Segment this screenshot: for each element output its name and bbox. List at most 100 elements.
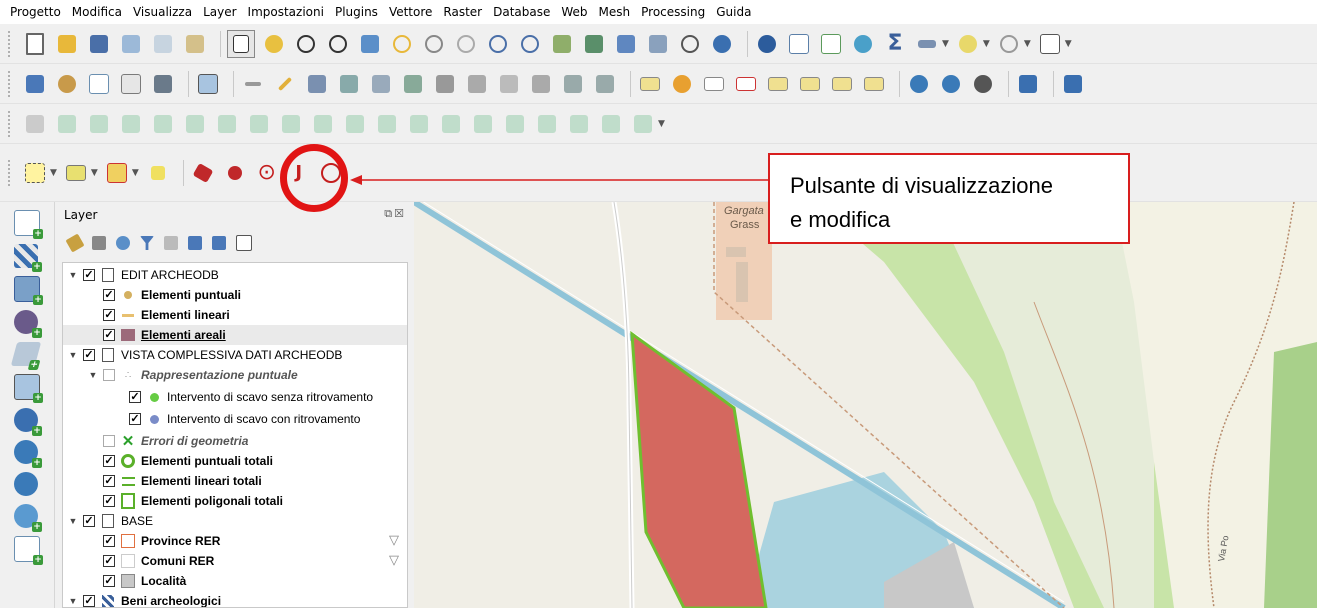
processing-toolbox-icon[interactable] <box>850 31 876 57</box>
layer-checkbox[interactable]: ✓ <box>103 329 115 341</box>
archeodb-plugin-icon[interactable] <box>190 160 216 186</box>
remove-layer-icon[interactable] <box>236 235 252 251</box>
panel-float-close-buttons[interactable]: ⧉☒ <box>384 207 406 221</box>
split-features-icon[interactable] <box>502 111 528 137</box>
collapse-arrow-icon[interactable]: ▼ <box>67 596 79 606</box>
add-feature-icon[interactable] <box>336 71 362 97</box>
layer-errori-geometria[interactable]: ✕ Errori di geometria <box>99 431 248 451</box>
vertex-tool-icon[interactable] <box>368 71 394 97</box>
current-edits-icon[interactable] <box>240 71 266 97</box>
filter-expression-icon[interactable] <box>164 236 178 250</box>
layer-checkbox[interactable]: ✓ <box>103 535 115 547</box>
menu-progetto[interactable]: Progetto <box>10 5 61 19</box>
layer-group-beni-archeologici[interactable]: ▼ ✓ Beni archeologici <box>67 591 221 607</box>
offset-curve-icon[interactable] <box>470 111 496 137</box>
add-ring-icon[interactable] <box>278 111 304 137</box>
zoom-full-icon[interactable] <box>357 31 383 57</box>
add-wfs-layer-icon[interactable] <box>938 71 964 97</box>
legend-scavo-con-ritrovamento[interactable]: ✓ Intervento di scavo con ritrovamento <box>125 409 360 429</box>
copy-features-icon[interactable] <box>496 71 522 97</box>
layer-checkbox[interactable]: ✓ <box>129 413 141 425</box>
add-vector-layer-icon[interactable] <box>86 71 112 97</box>
archaeological-area-polygon[interactable] <box>630 330 768 608</box>
map-canvas[interactable]: Gargata Grass Via Po <box>414 202 1317 608</box>
delete-part-icon[interactable] <box>406 111 432 137</box>
menu-web[interactable]: Web <box>561 5 587 19</box>
menu-processing[interactable]: Processing <box>641 5 705 19</box>
diagram-options-icon[interactable] <box>669 71 695 97</box>
select-by-value-icon[interactable] <box>63 160 89 186</box>
settings-gear-icon[interactable] <box>222 160 248 186</box>
layer-checkbox[interactable] <box>103 369 115 381</box>
new-print-layout-icon[interactable] <box>118 31 144 57</box>
collapse-arrow-icon[interactable]: ▼ <box>67 350 79 360</box>
menu-guida[interactable]: Guida <box>716 5 751 19</box>
map-tips-dropdown-icon[interactable]: ▼ <box>983 39 990 49</box>
add-raster-layer-icon[interactable]: + <box>14 244 42 272</box>
modify-attributes-icon[interactable] <box>400 71 426 97</box>
filter-icon[interactable]: ▽ <box>389 534 401 547</box>
style-manager-icon[interactable] <box>182 31 208 57</box>
show-hide-labels-icon[interactable] <box>765 71 791 97</box>
fill-ring-icon[interactable] <box>342 111 368 137</box>
menu-vettore[interactable]: Vettore <box>389 5 432 19</box>
layer-checkbox[interactable] <box>103 435 115 447</box>
legend-scavo-senza-ritrovamento[interactable]: ✓ Intervento di scavo senza ritrovamento <box>125 387 373 407</box>
add-arcgis-layer-icon[interactable] <box>970 71 996 97</box>
expand-all-icon[interactable] <box>188 236 202 250</box>
advanced-digitizing-icon[interactable] <box>22 111 48 137</box>
shape-digitizing-icon[interactable] <box>54 111 80 137</box>
pin-labels-icon[interactable] <box>733 71 759 97</box>
deselect-features-icon[interactable] <box>104 160 130 186</box>
menu-plugins[interactable]: Plugins <box>335 5 378 19</box>
toolbar-grip[interactable] <box>8 110 16 137</box>
label-toolbar-icon[interactable] <box>637 71 663 97</box>
map-tips-icon[interactable] <box>955 31 981 57</box>
view-edit-target-icon[interactable]: ⊙ <box>254 160 280 186</box>
layer-group-vista-complessiva[interactable]: ▼ ✓ VISTA COMPLESSIVA DATI ARCHEODB <box>67 345 342 365</box>
field-calculator-icon[interactable] <box>818 31 844 57</box>
help-contents-icon[interactable] <box>1060 71 1086 97</box>
zoom-next-icon[interactable] <box>517 31 543 57</box>
pan-to-selection-icon[interactable] <box>261 31 287 57</box>
add-wcs-icon[interactable]: + <box>14 504 42 532</box>
select-location-icon[interactable] <box>996 31 1022 57</box>
rotate-label-icon[interactable] <box>829 71 855 97</box>
measure-icon[interactable] <box>914 31 940 57</box>
move-label-icon[interactable] <box>797 71 823 97</box>
annotation-dropdown-icon[interactable]: ▼ <box>1065 39 1072 49</box>
add-delimited-layer-icon[interactable] <box>150 71 176 97</box>
layer-checkbox[interactable]: ✓ <box>83 595 95 607</box>
pan-hand-icon[interactable] <box>227 29 255 58</box>
simplify-feature-icon[interactable] <box>246 111 272 137</box>
measure-dropdown-icon[interactable]: ▼ <box>942 39 949 49</box>
new-3d-map-icon[interactable] <box>581 31 607 57</box>
add-group-icon[interactable] <box>92 236 106 250</box>
collapse-all-icon[interactable] <box>212 236 226 250</box>
layer-group-edit-archeodb[interactable]: ▼ ✓ EDIT ARCHEODB <box>67 265 219 285</box>
menu-mesh[interactable]: Mesh <box>599 5 631 19</box>
select-features-icon[interactable] <box>22 160 48 186</box>
layer-checkbox[interactable]: ✓ <box>103 289 115 301</box>
layer-elementi-puntuali[interactable]: ✓ Elementi puntuali <box>99 285 241 305</box>
temporal-controller-icon[interactable] <box>677 31 703 57</box>
zoom-to-layer-icon[interactable] <box>421 31 447 57</box>
merge-attributes-icon[interactable] <box>598 111 624 137</box>
add-wms-layer-icon[interactable] <box>906 71 932 97</box>
filter-icon[interactable]: ▽ <box>389 554 401 567</box>
layer-elementi-areali[interactable]: ✓ Elementi areali <box>63 325 407 345</box>
layer-checkbox[interactable]: ✓ <box>83 269 95 281</box>
layer-elementi-lineari[interactable]: ✓ Elementi lineari <box>99 305 230 325</box>
toolbar-grip[interactable] <box>8 70 16 97</box>
open-project-icon[interactable] <box>54 31 80 57</box>
collapse-arrow-icon[interactable]: ▼ <box>87 370 99 380</box>
menu-raster[interactable]: Raster <box>443 5 482 19</box>
toolbar-grip[interactable] <box>8 159 16 186</box>
delete-selected-icon[interactable] <box>432 71 458 97</box>
zoom-last-icon[interactable] <box>485 31 511 57</box>
collapse-arrow-icon[interactable]: ▼ <box>67 270 79 280</box>
merge-features-icon[interactable] <box>566 111 592 137</box>
new-shapefile-icon[interactable]: + <box>14 536 43 565</box>
new-virtual-layer-icon[interactable] <box>195 71 221 97</box>
filter-legend-icon[interactable] <box>140 236 154 250</box>
